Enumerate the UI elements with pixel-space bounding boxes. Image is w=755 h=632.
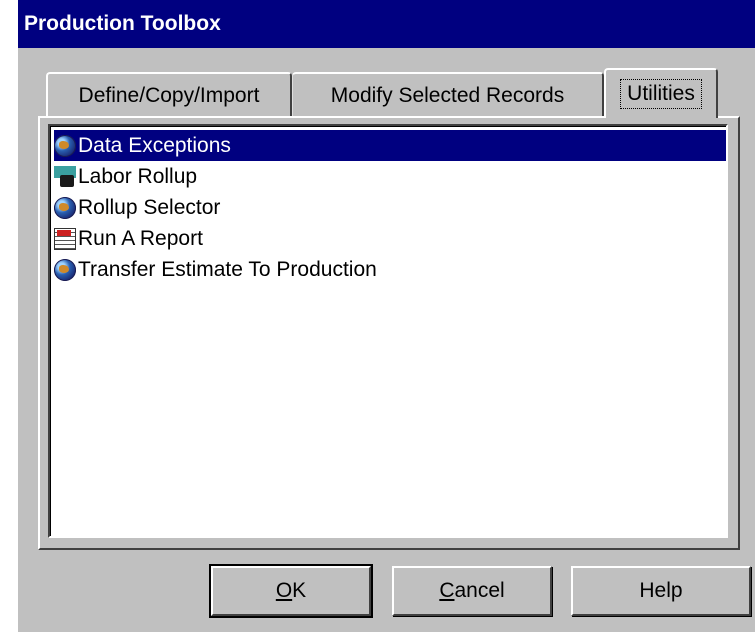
- tab-modify-selected-records[interactable]: Modify Selected Records: [292, 72, 604, 118]
- list-item-label: Data Exceptions: [78, 133, 231, 157]
- tab-define-copy-import[interactable]: Define/Copy/Import: [46, 72, 292, 118]
- utilities-listbox[interactable]: Data Exceptions Labor Rollup Rollup Sele…: [48, 124, 728, 538]
- tab-label: Define/Copy/Import: [78, 84, 260, 107]
- report-icon: [54, 227, 76, 250]
- help-button[interactable]: Help: [571, 566, 751, 616]
- ok-button[interactable]: OK: [209, 564, 373, 618]
- globe-icon: [54, 134, 76, 157]
- list-item-label: Run A Report: [78, 226, 203, 250]
- list-item-label: Rollup Selector: [78, 195, 221, 219]
- tab-utilities[interactable]: Utilities: [604, 68, 718, 118]
- labor-icon: [54, 165, 76, 188]
- list-item-labor-rollup[interactable]: Labor Rollup: [54, 161, 726, 192]
- help-label: Help: [639, 579, 683, 602]
- ok-label-rest: K: [292, 579, 307, 602]
- list-item-label: Labor Rollup: [78, 164, 198, 188]
- list-item-data-exceptions[interactable]: Data Exceptions: [54, 130, 726, 161]
- tab-label: Modify Selected Records: [330, 84, 565, 107]
- ok-mnemonic: O: [275, 579, 293, 602]
- cancel-label-rest: ancel: [454, 579, 505, 602]
- list-item-run-a-report[interactable]: Run A Report: [54, 223, 726, 254]
- list-item-label: Transfer Estimate To Production: [78, 257, 377, 281]
- list-item-rollup-selector[interactable]: Rollup Selector: [54, 192, 726, 223]
- list-item-transfer-estimate[interactable]: Transfer Estimate To Production: [54, 254, 726, 285]
- globe-icon: [54, 258, 76, 281]
- utilities-tab-panel: Data Exceptions Labor Rollup Rollup Sele…: [38, 116, 740, 550]
- tab-label: Utilities: [620, 79, 702, 109]
- globe-icon: [54, 196, 76, 219]
- title-bar[interactable]: Production Toolbox: [18, 0, 755, 48]
- cancel-button[interactable]: Cancel: [392, 566, 552, 616]
- production-toolbox-dialog: Production Toolbox Define/Copy/Import Mo…: [16, 0, 755, 632]
- window-title: Production Toolbox: [24, 12, 221, 35]
- cancel-mnemonic: C: [439, 579, 455, 602]
